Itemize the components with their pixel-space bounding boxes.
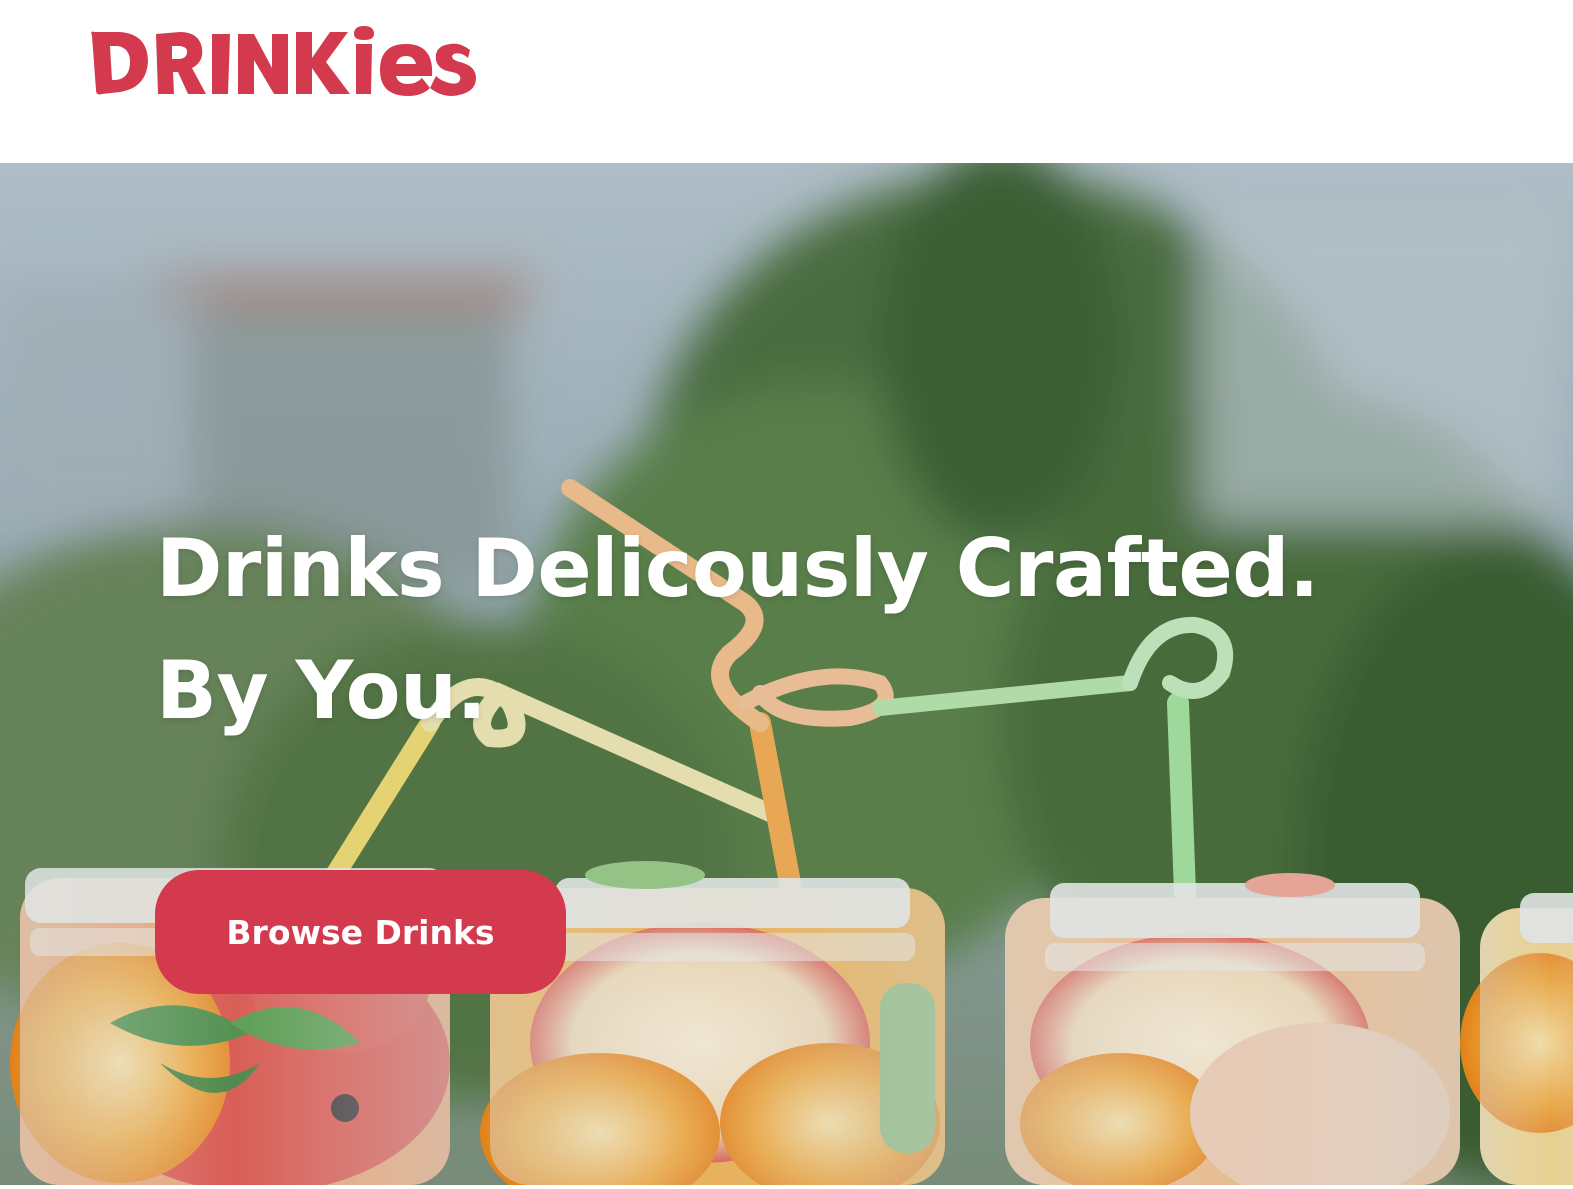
page-bottom-edge	[0, 1185, 1573, 1189]
drinkies-logo[interactable]	[86, 22, 486, 104]
hero-headline-line1: Drinks Delicously Crafted.	[156, 522, 1319, 615]
site-header	[0, 0, 1573, 163]
hero-headline-line2: By You.	[156, 644, 487, 737]
hero-section: Drinks Delicously Crafted. By You. Brows…	[0, 163, 1573, 1185]
browse-drinks-button[interactable]: Browse Drinks	[155, 870, 566, 994]
logo-wordmark-icon	[91, 26, 476, 96]
hero-headline: Drinks Delicously Crafted. By You.	[156, 508, 1319, 752]
